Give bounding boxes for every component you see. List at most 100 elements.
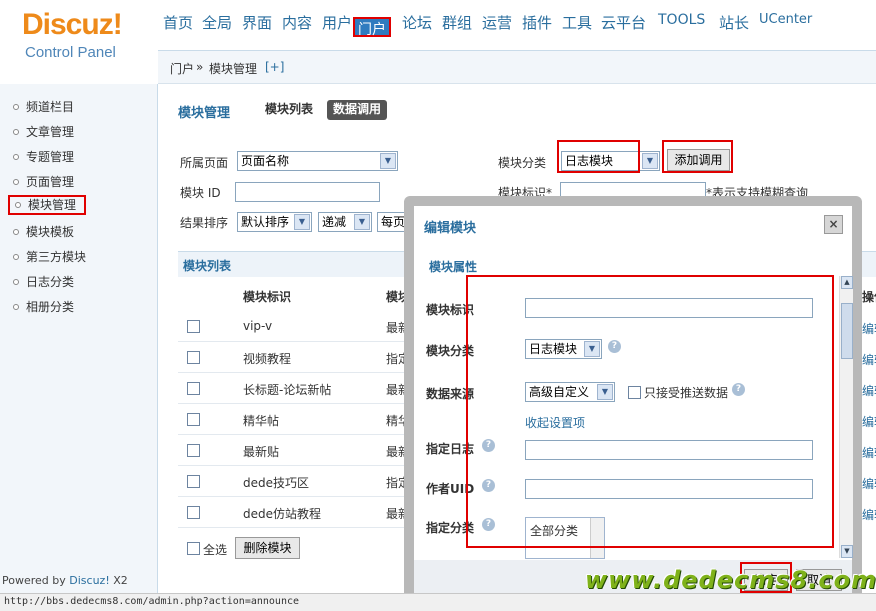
- nav-forum[interactable]: 论坛: [399, 12, 435, 40]
- table-row: dede仿站教程 最新: [178, 497, 408, 528]
- sidebar-item-block-template[interactable]: 模块模板: [8, 222, 86, 242]
- sidebar-item-label: 文章管理: [26, 125, 75, 139]
- page-title: 模块管理: [178, 106, 231, 121]
- sidebar-item-block[interactable]: 模块管理: [8, 195, 86, 215]
- chevron-down-icon: ▼: [642, 153, 658, 169]
- delete-block-button[interactable]: 删除模块: [235, 537, 300, 559]
- select-all-checkbox[interactable]: [187, 542, 200, 555]
- nav-plugin[interactable]: 插件: [519, 12, 555, 40]
- nav-user[interactable]: 用户: [319, 12, 355, 40]
- bullet-icon: [13, 154, 19, 160]
- sidebar-item-label: 专题管理: [26, 150, 75, 164]
- dialog-section-title: 模块属性: [429, 260, 478, 274]
- tab-block-list[interactable]: 模块列表: [259, 100, 319, 120]
- sidebar-item-label: 模块模板: [26, 225, 75, 239]
- scroll-down-icon[interactable]: ▼: [841, 545, 853, 558]
- scroll-thumb[interactable]: [841, 303, 853, 359]
- sidebar-item-topic[interactable]: 专题管理: [8, 147, 86, 167]
- sidebar: 频道栏目 文章管理 专题管理 页面管理 模块管理 模块模板 第三方模块 日志分类…: [0, 84, 158, 611]
- bullet-icon: [13, 279, 19, 285]
- row-edit-link[interactable]: 编辑: [862, 475, 876, 492]
- table-row: dede技巧区 指定: [178, 466, 408, 497]
- row-name: dede技巧区: [243, 476, 310, 490]
- breadcrumb-separator: »: [196, 60, 204, 74]
- nav-ucenter[interactable]: UCenter: [756, 12, 815, 40]
- nav-tools-en[interactable]: TOOLS: [655, 12, 708, 40]
- nav-home[interactable]: 首页: [160, 12, 196, 40]
- row-name: 长标题-论坛新帖: [243, 383, 332, 397]
- sidebar-item-third-party[interactable]: 第三方模块: [8, 247, 108, 267]
- table-row: 长标题-论坛新帖 最新: [178, 373, 408, 404]
- status-bar: http://bbs.dedecms8.com/admin.php?action…: [0, 593, 876, 611]
- page-select[interactable]: 页面名称 ▼: [237, 151, 398, 171]
- nav-group[interactable]: 群组: [439, 12, 475, 40]
- scroll-up-icon[interactable]: ▲: [841, 276, 853, 289]
- sidebar-item-label: 日志分类: [26, 275, 75, 289]
- watermark: www.dedecms8.com: [585, 566, 876, 594]
- breadcrumb-add-link[interactable]: [+]: [265, 60, 284, 74]
- nav-global[interactable]: 全局: [199, 12, 235, 40]
- breadcrumb-page: 模块管理: [209, 62, 258, 76]
- nav-webmaster[interactable]: 站长: [716, 12, 752, 40]
- logo[interactable]: Discuz! Control Panel: [0, 0, 158, 84]
- row-edit-link[interactable]: 编辑: [862, 382, 876, 399]
- row-checkbox[interactable]: [187, 413, 200, 426]
- row-edit-link[interactable]: 编辑: [862, 444, 876, 461]
- sidebar-item-label: 频道栏目: [26, 100, 75, 114]
- page-select-value: 页面名称: [241, 154, 290, 168]
- perpage-select[interactable]: 每页: [377, 212, 407, 232]
- row-edit-link[interactable]: 编辑: [862, 413, 876, 430]
- column-block-tag: 模块标识: [243, 290, 292, 304]
- sidebar-item-article[interactable]: 文章管理: [8, 122, 86, 142]
- row-checkbox[interactable]: [187, 444, 200, 457]
- order-select[interactable]: 递减 ▼: [318, 212, 372, 232]
- close-icon[interactable]: ×: [824, 215, 843, 234]
- dialog-title: 编辑模块: [424, 221, 477, 236]
- nav-interface[interactable]: 界面: [239, 12, 275, 40]
- row-edit-link[interactable]: 编辑: [862, 351, 876, 368]
- row-name: 精华帖: [243, 414, 280, 428]
- row-edit-link[interactable]: 编辑: [862, 320, 876, 337]
- row-checkbox[interactable]: [187, 506, 200, 519]
- sidebar-item-channel[interactable]: 频道栏目: [8, 97, 86, 117]
- nav-content[interactable]: 内容: [279, 12, 315, 40]
- chevron-down-icon: ▼: [294, 214, 310, 230]
- tab-data-call[interactable]: 数据调用: [327, 100, 388, 120]
- row-checkbox[interactable]: [187, 320, 200, 333]
- nav-cloud[interactable]: 云平台: [598, 12, 649, 40]
- sidebar-item-label: 页面管理: [26, 175, 75, 189]
- chevron-down-icon: ▼: [354, 214, 370, 230]
- list-title: 模块列表: [183, 259, 232, 273]
- row-checkbox[interactable]: [187, 382, 200, 395]
- powered-brand[interactable]: Discuz!: [69, 574, 109, 587]
- bullet-icon: [15, 202, 21, 208]
- breadcrumb: 门户 » 模块管理 [+]: [158, 51, 876, 84]
- row-edit-link[interactable]: 编辑: [862, 506, 876, 523]
- sort-select[interactable]: 默认排序 ▼: [237, 212, 312, 232]
- bullet-icon: [13, 304, 19, 310]
- sidebar-item-blog-category[interactable]: 日志分类: [8, 272, 86, 292]
- sidebar-item-album-category[interactable]: 相册分类: [8, 297, 86, 317]
- row-checkbox[interactable]: [187, 475, 200, 488]
- bullet-icon: [13, 129, 19, 135]
- block-id-input[interactable]: [235, 182, 380, 202]
- highlight-box: [662, 140, 733, 173]
- bullet-icon: [13, 254, 19, 260]
- nav-tools[interactable]: 工具: [559, 12, 595, 40]
- row-checkbox[interactable]: [187, 351, 200, 364]
- row-name: 最新贴: [243, 445, 280, 459]
- breadcrumb-section[interactable]: 门户: [170, 60, 194, 77]
- nav-portal[interactable]: 门户: [353, 17, 391, 38]
- nav-operation[interactable]: 运营: [479, 12, 515, 40]
- category-filter-label: 模块分类: [498, 156, 547, 170]
- page-filter-label: 所属页面: [180, 156, 229, 170]
- select-all-label: 全选: [203, 543, 228, 557]
- sidebar-item-page[interactable]: 页面管理: [8, 172, 86, 192]
- logo-text: Discuz!: [22, 8, 123, 41]
- row-name: vip-v: [243, 319, 273, 333]
- dialog-scrollbar[interactable]: ▲ ▼: [839, 276, 853, 558]
- highlight-box: [557, 140, 640, 173]
- sidebar-item-label: 模块管理: [28, 198, 77, 212]
- top-nav: 首页 全局 界面 内容 用户 门户 论坛 群组 运营 插件 工具 云平台 TOO…: [158, 0, 876, 50]
- powered-by: Powered by Discuz! X2: [2, 574, 128, 587]
